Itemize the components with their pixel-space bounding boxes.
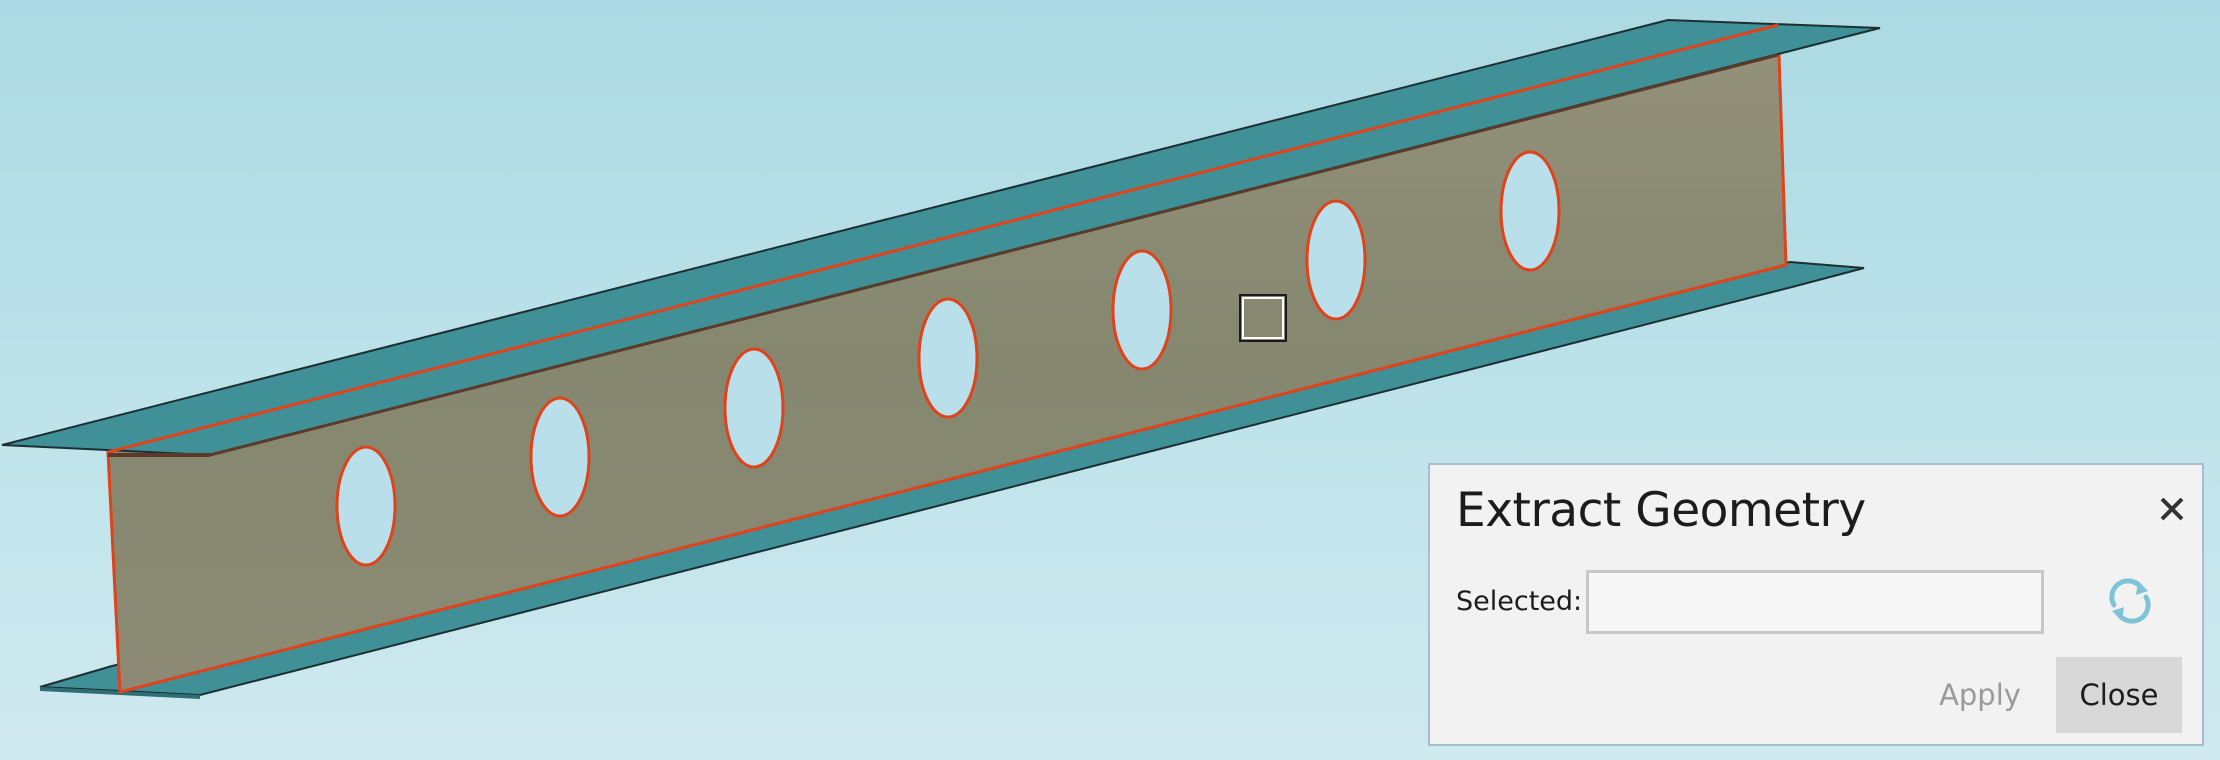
refresh-icon[interactable]: [2104, 575, 2156, 627]
web-hole[interactable]: [1499, 150, 1561, 272]
apply-button[interactable]: Apply: [1910, 657, 2050, 733]
selected-input[interactable]: [1586, 570, 2044, 634]
web-hole[interactable]: [1111, 249, 1173, 371]
web-hole[interactable]: [1305, 199, 1367, 321]
close-icon[interactable]: [2158, 495, 2186, 523]
close-button[interactable]: Close: [2056, 657, 2182, 733]
web-hole[interactable]: [529, 396, 591, 518]
selected-label: Selected:: [1456, 586, 1583, 617]
dialog-title: Extract Geometry: [1456, 483, 1866, 538]
web-hole[interactable]: [917, 297, 979, 419]
extract-geometry-dialog: Extract Geometry Selected: Apply Close: [1428, 463, 2204, 746]
web-hole[interactable]: [723, 347, 785, 469]
web-hole[interactable]: [335, 445, 397, 567]
